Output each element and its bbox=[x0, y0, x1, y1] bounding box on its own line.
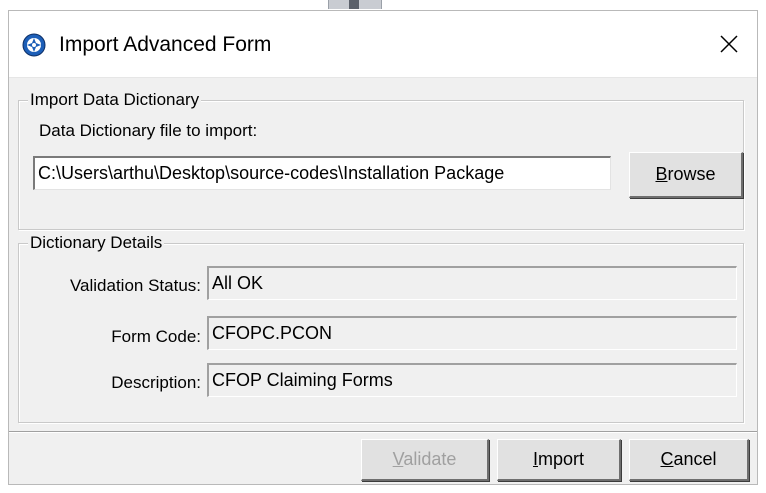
file-to-import-label: Data Dictionary file to import: bbox=[39, 121, 258, 140]
import-data-dictionary-legend: Import Data Dictionary bbox=[28, 90, 202, 110]
browse-label: Browse bbox=[655, 164, 716, 184]
file-path-input[interactable]: C:\Users\arthu\Desktop\source-codes\Inst… bbox=[33, 156, 611, 190]
validate-label: Validate bbox=[392, 449, 457, 469]
validate-button[interactable]: Validate bbox=[361, 439, 489, 481]
cancel-button[interactable]: Cancel bbox=[629, 439, 749, 481]
browse-button[interactable]: Browse bbox=[629, 152, 743, 198]
description-field: CFOP Claiming Forms bbox=[207, 363, 737, 397]
window-title: Import Advanced Form bbox=[59, 33, 272, 56]
validation-status-field: All OK bbox=[207, 266, 737, 300]
cancel-label: Cancel bbox=[660, 449, 717, 469]
background-window-fragment bbox=[328, 0, 382, 9]
dictionary-details-legend: Dictionary Details bbox=[28, 233, 165, 253]
import-label: Import bbox=[532, 449, 585, 469]
app-globe-icon bbox=[22, 33, 46, 57]
form-code-field: CFOPC.PCON bbox=[207, 316, 737, 350]
import-button[interactable]: Import bbox=[497, 439, 621, 481]
description-label: Description: bbox=[111, 373, 201, 392]
close-button[interactable] bbox=[701, 11, 757, 77]
validation-status-label: Validation Status: bbox=[69, 276, 201, 295]
import-advanced-form-dialog: Import Advanced Form Import Data Diction… bbox=[8, 10, 758, 485]
footer-separator bbox=[9, 431, 757, 433]
form-code-label: Form Code: bbox=[111, 327, 201, 346]
close-icon bbox=[720, 35, 738, 53]
title-bar[interactable]: Import Advanced Form bbox=[9, 11, 757, 78]
